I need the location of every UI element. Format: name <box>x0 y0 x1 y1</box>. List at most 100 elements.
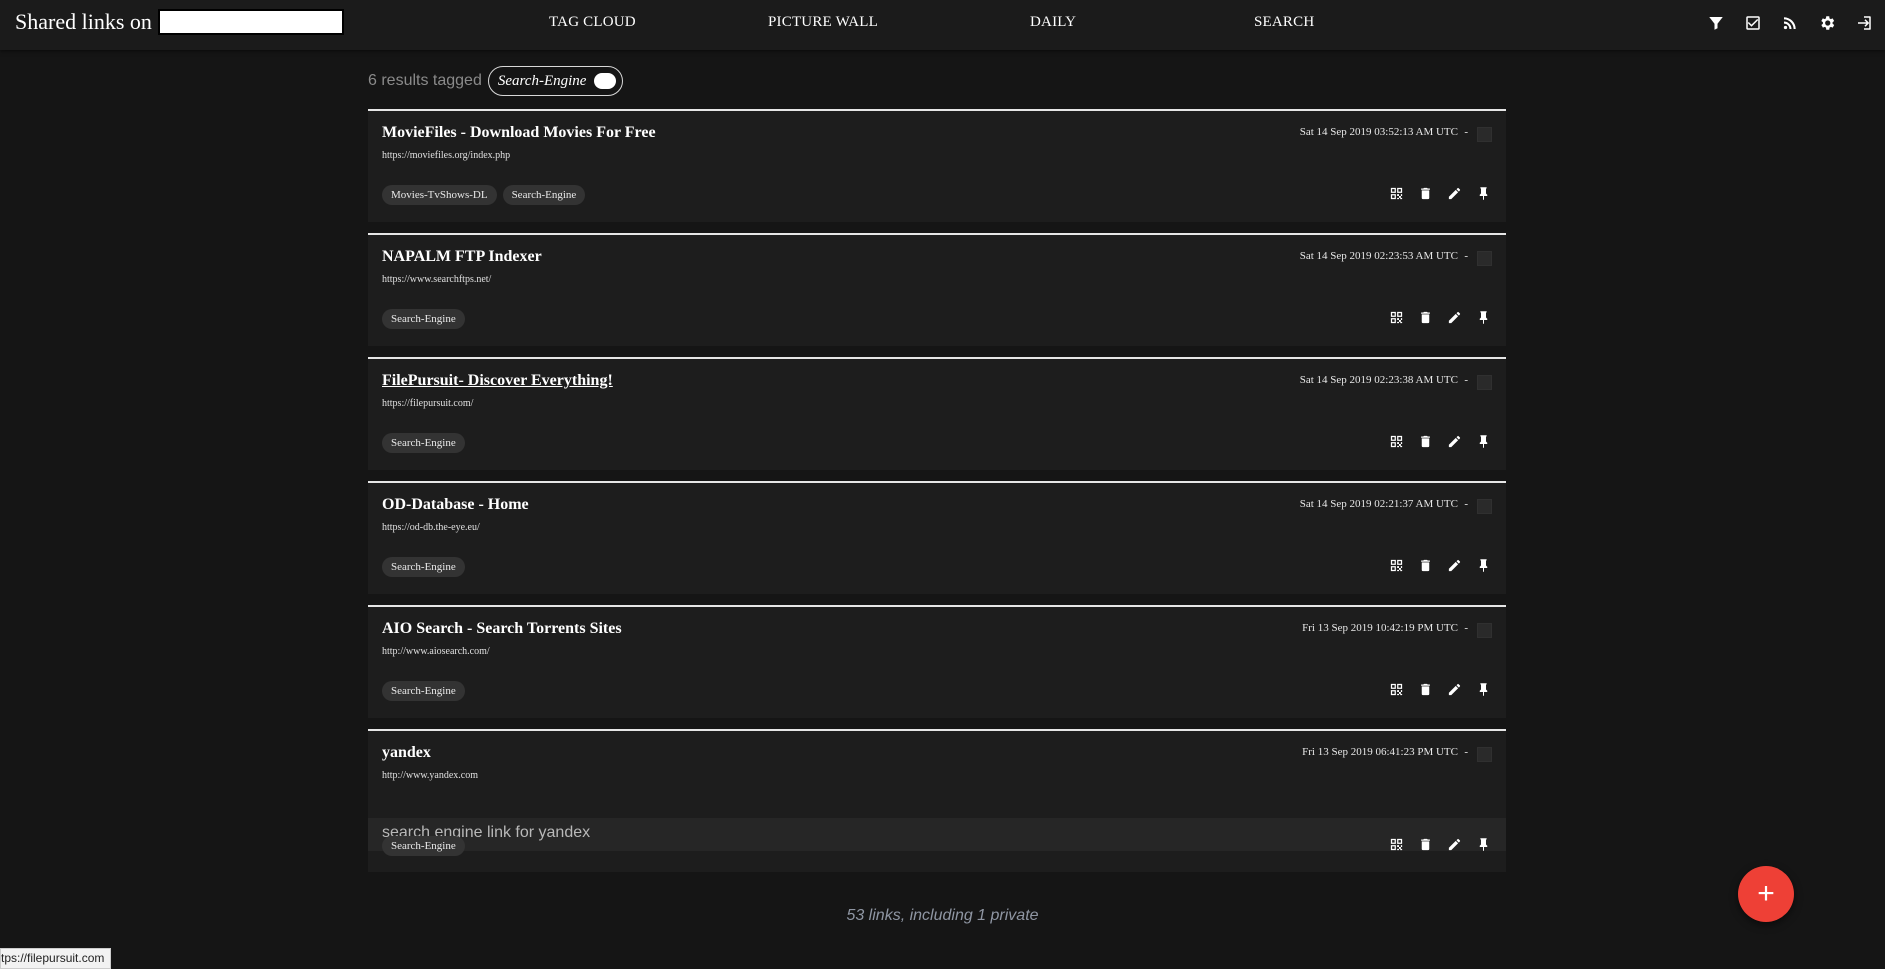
select-checkbox[interactable] <box>1477 747 1492 762</box>
link-actions <box>1388 433 1491 449</box>
link-card: AIO Search - Search Torrents Sites http:… <box>368 605 1506 718</box>
link-date[interactable]: Sat 14 Sep 2019 02:21:37 AM UTC <box>1300 498 1458 510</box>
link-card: MovieFiles - Download Movies For Free ht… <box>368 109 1506 222</box>
date-separator: - <box>1464 374 1468 386</box>
link-url: http://www.aiosearch.com/ <box>382 646 490 657</box>
pin-icon[interactable] <box>1475 681 1491 697</box>
pin-icon[interactable] <box>1475 309 1491 325</box>
link-url: http://www.yandex.com <box>382 770 479 781</box>
select-checkbox[interactable] <box>1477 499 1492 514</box>
tag-search-engine[interactable]: Search-Engine <box>502 185 586 205</box>
link-actions <box>1388 836 1491 852</box>
link-url: https://moviefiles.org/index.php <box>382 150 511 161</box>
link-date[interactable]: Sat 14 Sep 2019 03:52:13 AM UTC <box>1300 126 1458 138</box>
logout-icon[interactable] <box>1855 14 1873 32</box>
active-tag-label: Search-Engine <box>497 72 587 89</box>
plus-icon: + <box>1757 877 1775 910</box>
date-separator: - <box>1464 498 1468 510</box>
link-url: https://www.searchftps.net/ <box>382 274 492 285</box>
link-card: NAPALM FTP Indexer https://www.searchftp… <box>368 233 1506 346</box>
link-title[interactable]: NAPALM FTP Indexer <box>382 248 542 266</box>
trash-icon[interactable] <box>1417 185 1433 201</box>
links-count-footer: 53 links, including 1 private <box>846 907 1039 924</box>
date-separator: - <box>1464 126 1468 138</box>
gear-icon[interactable] <box>1818 14 1836 32</box>
pin-icon[interactable] <box>1475 185 1491 201</box>
remove-tag-toggle[interactable] <box>594 73 617 89</box>
tag-list: Search-Engine <box>382 433 465 453</box>
trash-icon[interactable] <box>1417 836 1433 852</box>
link-title[interactable]: MovieFiles - Download Movies For Free <box>382 124 656 142</box>
nav-search[interactable]: SEARCH <box>1254 14 1314 31</box>
date-separator: - <box>1464 622 1468 634</box>
link-date[interactable]: Fri 13 Sep 2019 06:41:23 PM UTC <box>1302 746 1458 758</box>
link-actions <box>1388 185 1491 201</box>
trash-icon[interactable] <box>1417 681 1433 697</box>
edit-icon[interactable] <box>1446 433 1462 449</box>
active-tag-filter[interactable]: Search-Engine <box>487 66 624 96</box>
link-card: OD-Database - Home https://od-db.the-eye… <box>368 481 1506 594</box>
link-date[interactable]: Sat 14 Sep 2019 02:23:38 AM UTC <box>1300 374 1458 386</box>
nav-daily[interactable]: DAILY <box>1030 14 1076 31</box>
link-actions <box>1388 681 1491 697</box>
rss-icon[interactable] <box>1781 14 1799 32</box>
edit-icon[interactable] <box>1446 309 1462 325</box>
tag-list: Search-Engine <box>382 309 465 329</box>
filter-icon[interactable] <box>1707 14 1725 32</box>
qrcode-icon[interactable] <box>1388 309 1404 325</box>
tag-search-engine[interactable]: Search-Engine <box>382 433 465 453</box>
brand-title[interactable]: Shared links on <box>15 9 344 35</box>
brand-prefix: Shared links on <box>15 9 152 34</box>
select-checkbox[interactable] <box>1477 623 1492 638</box>
edit-icon[interactable] <box>1446 185 1462 201</box>
top-navbar: Shared links on TAG CLOUD PICTURE WALL D… <box>0 0 1885 50</box>
tag-search-engine[interactable]: Search-Engine <box>382 836 465 856</box>
link-url: https://filepursuit.com/ <box>382 398 474 409</box>
add-link-button[interactable]: + <box>1738 866 1794 922</box>
pin-icon[interactable] <box>1475 836 1491 852</box>
qrcode-icon[interactable] <box>1388 836 1404 852</box>
edit-icon[interactable] <box>1446 836 1462 852</box>
tag-list: Search-Engine <box>382 681 465 701</box>
tag-search-engine[interactable]: Search-Engine <box>382 681 465 701</box>
link-actions <box>1388 309 1491 325</box>
pin-icon[interactable] <box>1475 433 1491 449</box>
nav-picture-wall[interactable]: PICTURE WALL <box>768 14 878 31</box>
tag-list: Search-Engine <box>382 557 465 577</box>
trash-icon[interactable] <box>1417 433 1433 449</box>
link-title[interactable]: AIO Search - Search Torrents Sites <box>382 620 622 638</box>
nav-tag-cloud[interactable]: TAG CLOUD <box>549 14 636 31</box>
link-title[interactable]: yandex <box>382 744 431 762</box>
qrcode-icon[interactable] <box>1388 185 1404 201</box>
edit-icon[interactable] <box>1446 681 1462 697</box>
qrcode-icon[interactable] <box>1388 433 1404 449</box>
link-actions <box>1388 557 1491 573</box>
date-separator: - <box>1464 746 1468 758</box>
link-date[interactable]: Fri 13 Sep 2019 10:42:19 PM UTC <box>1302 622 1458 634</box>
link-title[interactable]: FilePursuit- Discover Everything! <box>382 372 613 390</box>
results-count: 6 results tagged <box>368 72 482 89</box>
link-description: search engine link for yandex <box>368 818 1506 851</box>
select-checkbox[interactable] <box>1477 375 1492 390</box>
link-url: https://od-db.the-eye.eu/ <box>382 522 480 533</box>
qrcode-icon[interactable] <box>1388 557 1404 573</box>
pin-icon[interactable] <box>1475 557 1491 573</box>
toolbar-icons <box>1707 14 1873 32</box>
checkbox-icon[interactable] <box>1744 14 1762 32</box>
date-separator: - <box>1464 250 1468 262</box>
tag-search-engine[interactable]: Search-Engine <box>382 557 465 577</box>
edit-icon[interactable] <box>1446 557 1462 573</box>
redacted-site-name <box>157 9 344 35</box>
select-checkbox[interactable] <box>1477 127 1492 142</box>
trash-icon[interactable] <box>1417 557 1433 573</box>
tag-search-engine[interactable]: Search-Engine <box>382 309 465 329</box>
link-date[interactable]: Sat 14 Sep 2019 02:23:53 AM UTC <box>1300 250 1458 262</box>
qrcode-icon[interactable] <box>1388 681 1404 697</box>
tag-list: Movies-TvShows-DL Search-Engine <box>382 185 586 205</box>
tag-movies-tvshows-dl[interactable]: Movies-TvShows-DL <box>382 185 497 205</box>
tag-list: Search-Engine <box>382 836 465 856</box>
search-results-summary: 6 results tagged Search-Engine <box>368 66 624 96</box>
link-title[interactable]: OD-Database - Home <box>382 496 529 514</box>
trash-icon[interactable] <box>1417 309 1433 325</box>
select-checkbox[interactable] <box>1477 251 1492 266</box>
